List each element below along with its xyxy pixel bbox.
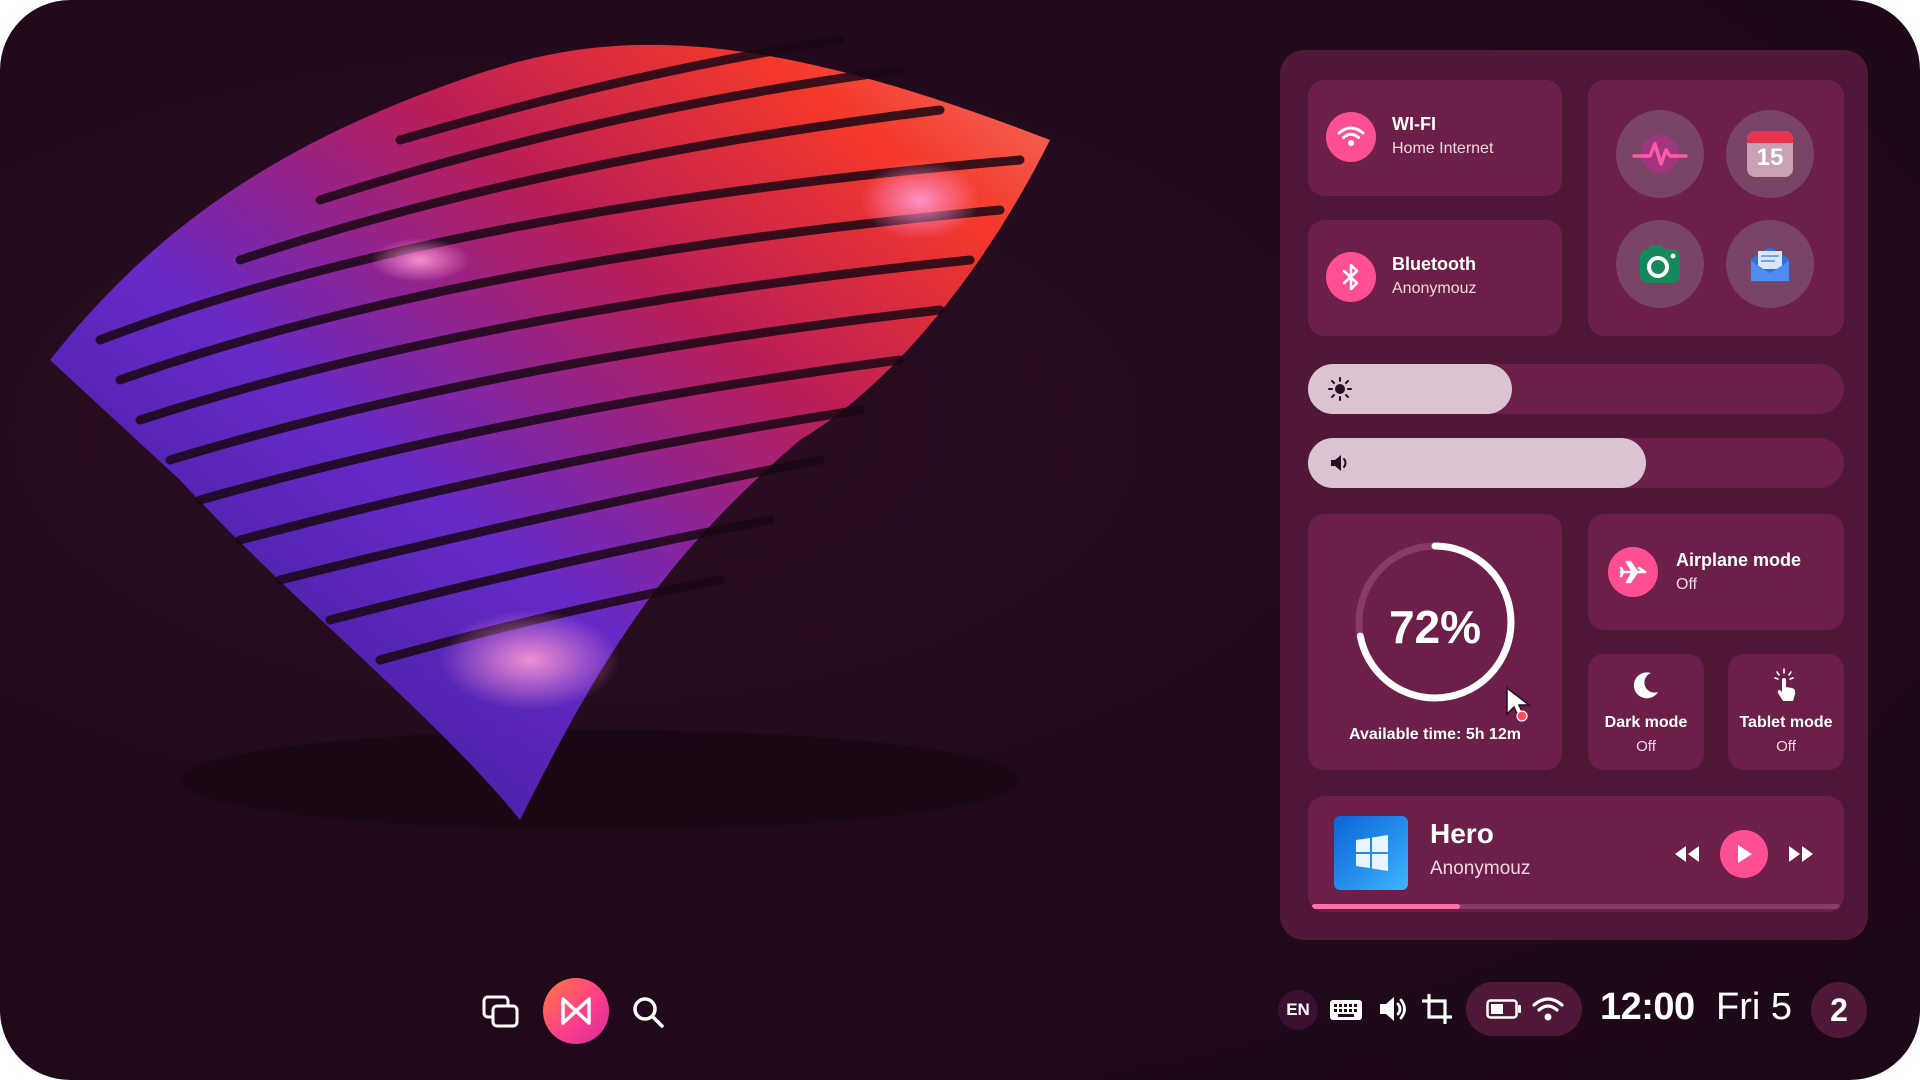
play-icon [1738, 845, 1752, 863]
airplane-mode-tile[interactable]: Airplane mode Off [1588, 514, 1844, 630]
media-artist: Anonymouz [1430, 858, 1531, 879]
moon-icon [1633, 672, 1658, 699]
camera-app-button[interactable] [1616, 220, 1704, 308]
brightness-slider[interactable] [1308, 364, 1844, 414]
wallpaper-art [50, 35, 1050, 830]
dark-mode-status: Off [1636, 738, 1656, 755]
status-pill[interactable] [1466, 982, 1582, 1036]
media-progress-track[interactable] [1312, 904, 1840, 909]
battery-tile[interactable]: 72% Available time: 5h 12m [1308, 514, 1562, 770]
touch-icon [1774, 668, 1796, 701]
notification-count: 2 [1830, 991, 1848, 1028]
task-view-button[interactable] [480, 992, 522, 1032]
crop-tool-button[interactable] [1420, 992, 1454, 1026]
wifi-icon [1326, 112, 1376, 162]
start-logo-icon [561, 997, 591, 1025]
quick-settings-panel: WI-FI Home Internet Bluetooth Anonymouz [1280, 50, 1868, 940]
volume-level [1308, 438, 1646, 488]
wifi-network: Home Internet [1392, 140, 1494, 157]
language-indicator[interactable]: EN [1278, 990, 1318, 1030]
task-view-icon [482, 995, 519, 1028]
calendar-day: 15 [1756, 144, 1784, 171]
tablet-mode-title: Tablet mode [1739, 714, 1833, 731]
bluetooth-tile[interactable]: Bluetooth Anonymouz [1308, 220, 1562, 336]
fast-forward-icon [1789, 846, 1813, 862]
mouse-cursor-icon [1506, 686, 1532, 722]
dark-mode-tile[interactable]: Dark mode Off [1588, 654, 1704, 770]
pulse-icon [1632, 135, 1688, 173]
tablet-mode-status: Off [1776, 738, 1796, 755]
calendar-app-button[interactable]: 15 [1726, 110, 1814, 198]
clock-date[interactable]: Fri 5 [1716, 986, 1792, 1029]
play-button[interactable] [1720, 830, 1768, 878]
airplane-mode-title: Airplane mode [1676, 550, 1802, 570]
activity-app-button[interactable] [1616, 110, 1704, 198]
volume-tray-icon [1380, 997, 1406, 1021]
mail-app-button[interactable] [1726, 220, 1814, 308]
wifi-title: WI-FI [1392, 114, 1436, 134]
battery-icon [1486, 999, 1521, 1019]
bluetooth-device: Anonymouz [1392, 280, 1477, 297]
keyboard-icon [1330, 1000, 1362, 1020]
volume-tray-button[interactable] [1376, 992, 1410, 1026]
bluetooth-icon [1326, 252, 1376, 302]
album-art [1334, 816, 1408, 890]
media-progress-fill [1312, 904, 1460, 909]
sun-icon [1328, 377, 1352, 401]
start-button[interactable] [543, 978, 609, 1044]
calendar-icon: 15 [1747, 131, 1793, 177]
media-player-tile: Hero Anonymouz [1308, 796, 1844, 912]
airplane-mode-status: Off [1676, 576, 1698, 593]
rewind-icon [1675, 846, 1699, 862]
media-title: Hero [1430, 818, 1494, 849]
search-icon [633, 997, 664, 1028]
camera-icon [1640, 245, 1680, 283]
bluetooth-title: Bluetooth [1392, 254, 1476, 274]
battery-available-time: Available time: 5h 12m [1349, 726, 1521, 743]
dark-mode-title: Dark mode [1604, 714, 1688, 731]
rewind-button[interactable] [1672, 840, 1702, 868]
wifi-tile[interactable]: WI-FI Home Internet [1308, 80, 1562, 196]
clock-time[interactable]: 12:00 [1600, 986, 1695, 1029]
desktop: WI-FI Home Internet Bluetooth Anonymouz [0, 0, 1920, 1080]
app-shortcuts-tile: 15 [1588, 80, 1844, 336]
keyboard-button[interactable] [1328, 996, 1364, 1024]
speaker-icon [1331, 455, 1347, 471]
language-label: EN [1286, 1000, 1310, 1019]
search-button[interactable] [628, 992, 668, 1032]
volume-slider[interactable] [1308, 438, 1844, 488]
notification-badge[interactable]: 2 [1811, 982, 1867, 1038]
battery-percent: 72% [1388, 601, 1482, 653]
fast-forward-button[interactable] [1786, 840, 1816, 868]
crop-icon [1422, 994, 1452, 1024]
airplane-icon [1608, 547, 1658, 597]
wifi-tray-icon [1532, 997, 1564, 1021]
mail-icon [1751, 247, 1789, 281]
tablet-mode-tile[interactable]: Tablet mode Off [1728, 654, 1844, 770]
